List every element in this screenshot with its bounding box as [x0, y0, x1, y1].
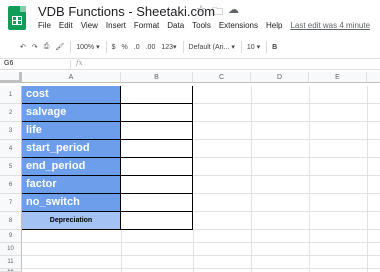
gridline: [22, 242, 380, 243]
gridline: [193, 229, 380, 230]
gridline: [193, 211, 380, 212]
more-formats-button[interactable]: 123▾: [161, 43, 176, 51]
chevron-down-icon: ▾: [96, 44, 100, 51]
menu-edit[interactable]: Edit: [59, 21, 73, 35]
name-box[interactable]: G6: [4, 60, 13, 67]
formula-bar: G6 fx: [0, 58, 380, 70]
menu-data[interactable]: Data: [167, 21, 184, 35]
increase-decimal-button[interactable]: .00: [146, 44, 156, 51]
gridline: [22, 255, 380, 256]
toolbar-divider: [182, 41, 184, 53]
column-header-e[interactable]: E: [309, 72, 367, 83]
menu-extensions[interactable]: Extensions: [219, 21, 258, 35]
print-icon[interactable]: ⎙: [44, 43, 50, 51]
font-family-value: Default (Ari...: [188, 44, 230, 51]
last-edit-link[interactable]: Last edit was 4 minute: [290, 21, 370, 35]
gridline: [121, 230, 122, 272]
chevron-down-icon: ▾: [231, 44, 235, 51]
paint-format-icon[interactable]: 🖌: [55, 43, 64, 51]
cell-b1[interactable]: [121, 86, 193, 104]
move-to-folder-icon[interactable]: 🗀: [212, 3, 223, 22]
cell-a7[interactable]: no_switch: [22, 194, 121, 212]
menu-file[interactable]: File: [38, 21, 51, 35]
toolbar-divider: [105, 41, 107, 53]
chevron-down-icon: ▾: [173, 44, 177, 51]
sheets-logo-icon[interactable]: [8, 6, 26, 30]
gridline: [193, 121, 380, 122]
fx-icon: fx: [76, 59, 83, 67]
column-header-d[interactable]: D: [251, 72, 309, 83]
row-header[interactable]: 8: [0, 212, 22, 230]
row-header[interactable]: 5: [0, 158, 22, 176]
currency-format-button[interactable]: $: [112, 44, 116, 51]
gridline: [193, 193, 380, 194]
column-header-b[interactable]: B: [121, 72, 193, 83]
redo-icon[interactable]: ↷: [32, 43, 38, 51]
cell-a4[interactable]: start_period: [22, 140, 121, 158]
bold-icon[interactable]: B: [272, 44, 277, 51]
cell-a1[interactable]: cost: [22, 86, 121, 104]
more-formats-label: 123: [161, 44, 174, 51]
row-header[interactable]: 6: [0, 176, 22, 194]
spreadsheet-grid[interactable]: A B C D E 1 2 3 4 5 6 7 8 9 10 11 12 cos…: [0, 72, 380, 272]
decrease-decimal-button[interactable]: .0: [134, 44, 140, 51]
gridline: [193, 157, 380, 158]
cloud-status-icon[interactable]: ☁: [228, 3, 239, 16]
undo-icon[interactable]: ↶: [20, 43, 26, 51]
column-header-a[interactable]: A: [22, 72, 121, 83]
font-family-select[interactable]: Default (Ari... ▾: [189, 43, 235, 51]
title-bar: VDB Functions - Sheetaki.com ☆ 🗀 ☁ File …: [0, 0, 380, 36]
gridline: [193, 175, 380, 176]
cell-b4[interactable]: [121, 140, 193, 158]
select-all-corner[interactable]: [0, 72, 22, 83]
menu-view[interactable]: View: [81, 21, 98, 35]
gridline: [367, 86, 368, 272]
cell-b2[interactable]: [121, 104, 193, 122]
cell-a2[interactable]: salvage: [22, 104, 121, 122]
chevron-down-icon: ▾: [256, 44, 261, 51]
gridline: [22, 268, 380, 269]
column-header-c[interactable]: C: [193, 72, 251, 83]
formula-bar-divider: [70, 60, 71, 69]
menu-format[interactable]: Format: [134, 21, 159, 35]
font-size-select[interactable]: 10 ▾: [247, 43, 260, 51]
cell-b7[interactable]: [121, 194, 193, 212]
gridline: [193, 139, 380, 140]
toolbar: ↶ ↷ ⎙ 🖌 100% ▾ $ % .0 .00 123▾ Default (…: [0, 38, 380, 56]
gridline: [309, 86, 310, 272]
cell-a5[interactable]: end_period: [22, 158, 121, 176]
cell-a3[interactable]: life: [22, 122, 121, 140]
cell-b8[interactable]: [121, 212, 193, 230]
row-header[interactable]: 11: [0, 256, 22, 269]
gridline: [193, 103, 380, 104]
zoom-value: 100%: [76, 44, 95, 51]
cell-b3[interactable]: [121, 122, 193, 140]
row-header[interactable]: 7: [0, 194, 22, 212]
star-icon[interactable]: ☆: [196, 3, 206, 16]
row-header[interactable]: 1: [0, 86, 22, 104]
toolbar-divider: [266, 41, 268, 53]
row-header[interactable]: 9: [0, 230, 22, 243]
cell-b5[interactable]: [121, 158, 193, 176]
cell-b6[interactable]: [121, 176, 193, 194]
menu-bar: File Edit View Insert Format Data Tools …: [38, 21, 370, 35]
toolbar-divider: [70, 41, 72, 53]
gridline: [193, 230, 194, 272]
cell-a8-depreciation[interactable]: Depreciation: [22, 212, 121, 230]
percent-format-button[interactable]: %: [122, 44, 128, 51]
row-header[interactable]: 4: [0, 140, 22, 158]
row-header[interactable]: 2: [0, 104, 22, 122]
menu-insert[interactable]: Insert: [106, 21, 126, 35]
gridline: [251, 86, 252, 272]
row-header[interactable]: 3: [0, 122, 22, 140]
row-header[interactable]: 10: [0, 243, 22, 256]
toolbar-divider: [240, 41, 242, 53]
font-size-value: 10: [246, 44, 255, 51]
zoom-select[interactable]: 100% ▾: [76, 43, 99, 51]
document-title[interactable]: VDB Functions - Sheetaki.com: [38, 4, 215, 19]
column-header-f[interactable]: [367, 72, 380, 83]
cell-a6[interactable]: factor: [22, 176, 121, 194]
menu-tools[interactable]: Tools: [192, 21, 211, 35]
menu-help[interactable]: Help: [266, 21, 282, 35]
